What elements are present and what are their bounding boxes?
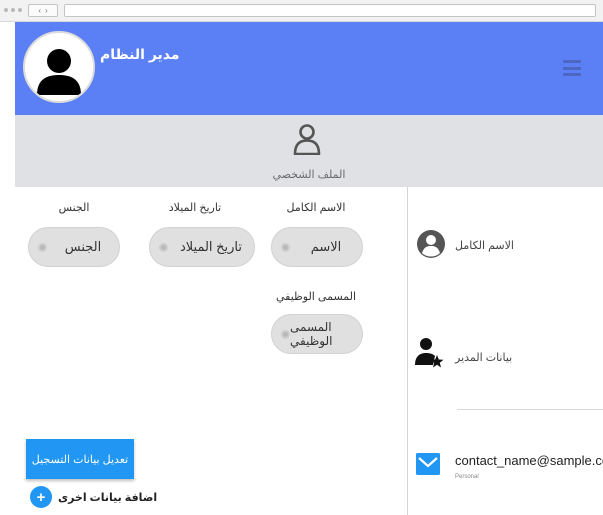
gender-label: الجنس [58,202,90,214]
full-name-label: الاسم الكامل [286,202,346,214]
user-star-icon [415,338,444,368]
window-controls [4,8,22,12]
admin-name: مدير النظام [100,46,180,62]
avatar[interactable] [23,31,95,103]
window-dot-minimize[interactable] [11,8,15,12]
mail-icon [416,453,440,475]
address-bar[interactable] [64,4,596,17]
job-title-field[interactable]: المسمى الوظيفي [271,314,363,354]
add-icon[interactable]: + [30,486,52,508]
full-name-value: الاسم [310,239,342,254]
browser-nav-buttons[interactable]: ‹ › [28,4,58,17]
edit-registration-button[interactable]: تعديل بيانات التسجيل [26,439,134,479]
add-more-data[interactable]: + اضافة بيانات اخرى [30,486,157,508]
avatar-icon [37,49,81,95]
birth-date-value: تاريخ الميلاد [179,239,243,254]
email-address[interactable]: contact_name@sample.com [455,453,603,468]
gender-value: الجنس [64,239,102,254]
radio-icon [38,243,47,252]
profile-title: الملف الشخصي [272,169,346,181]
job-title-value: المسمى الوظيفي [290,320,333,348]
side-full-name-label: الاسم الكامل [455,240,514,252]
birth-date-field[interactable]: تاريخ الميلاد [149,227,255,267]
profile-section-header: الملف الشخصي [15,115,603,187]
radio-icon [281,330,290,339]
browser-chrome: ‹ › [0,0,603,22]
full-name-field[interactable]: الاسم [271,227,363,267]
side-divider [457,409,603,410]
account-circle-icon [417,230,445,258]
app-header: مدير النظام [15,22,603,115]
panel-divider [407,187,408,515]
menu-icon[interactable] [563,60,581,76]
window-dot-maximize[interactable] [18,8,22,12]
window-dot-close[interactable] [4,8,8,12]
email-type: Personal [455,474,479,480]
forward-icon[interactable]: › [45,6,48,15]
gender-field[interactable]: الجنس [28,227,120,267]
side-admin-data-label: بيانات المدير [455,352,513,364]
radio-icon [159,243,168,252]
radio-icon [281,243,290,252]
add-more-label: اضافة بيانات اخرى [58,491,158,504]
birth-date-label: تاريخ الميلاد [168,202,222,214]
back-icon[interactable]: ‹ [38,6,41,15]
user-outline-icon [293,124,321,155]
job-title-label: المسمى الوظيفي [275,291,357,303]
